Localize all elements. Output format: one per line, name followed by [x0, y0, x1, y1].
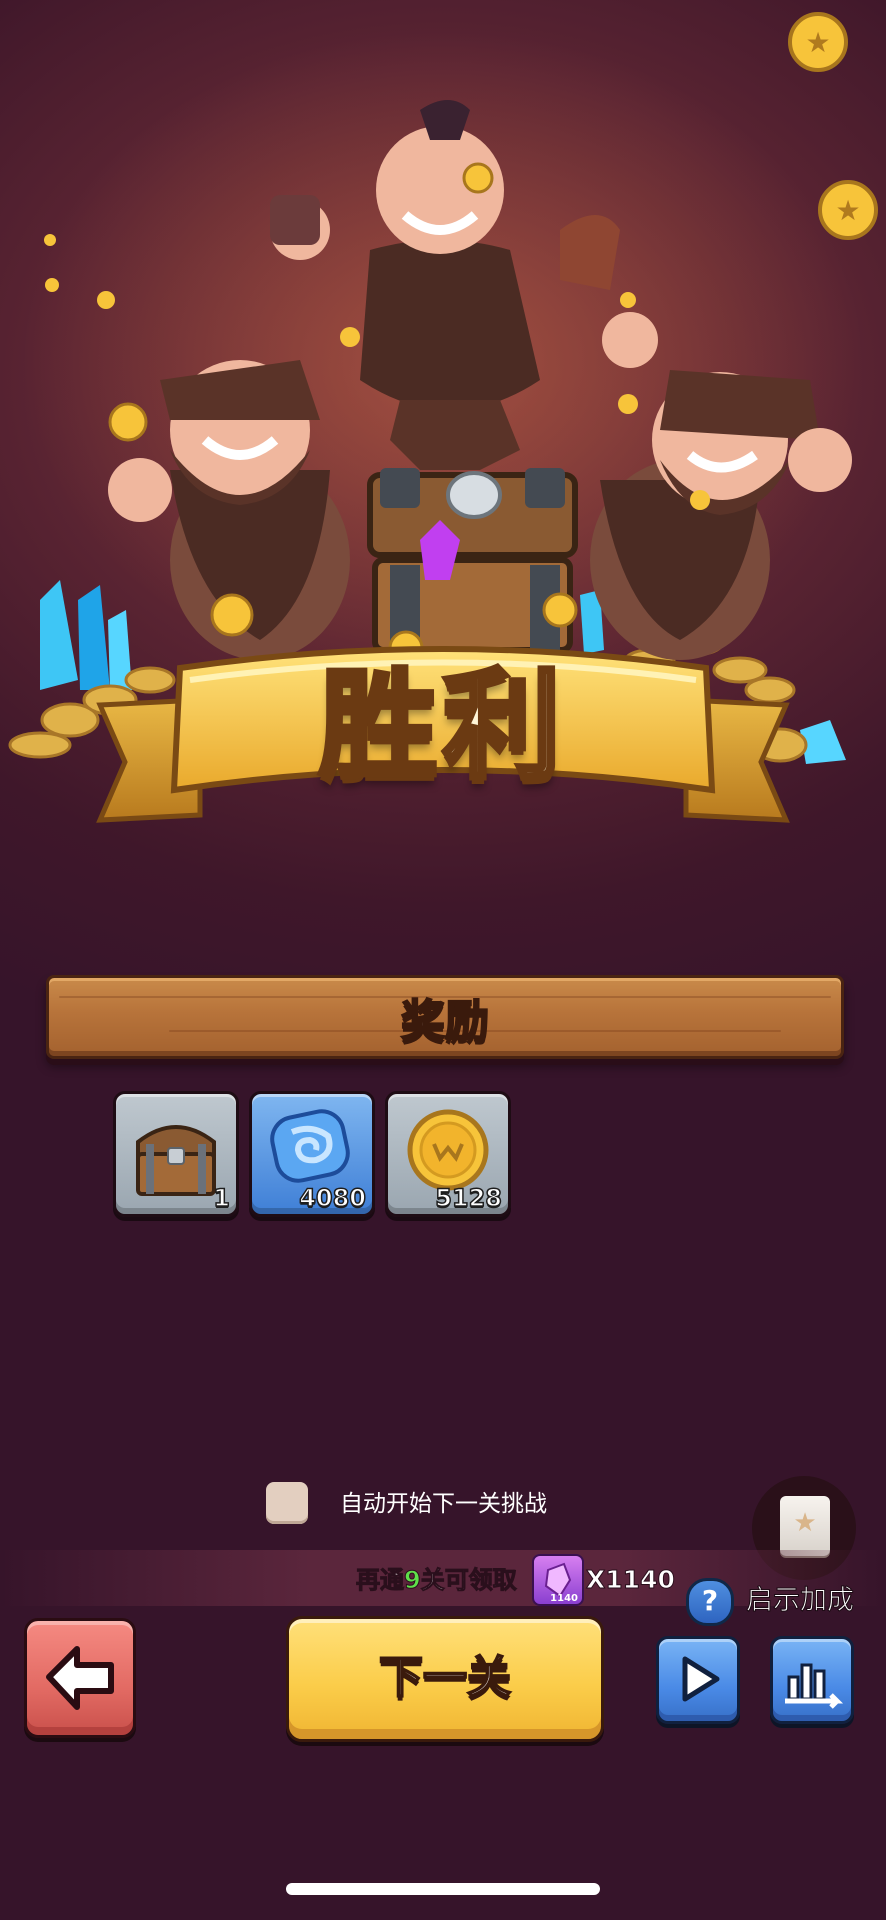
- gem-multiplier: X1140: [586, 1565, 676, 1595]
- next-level-button[interactable]: 下一关: [286, 1616, 604, 1742]
- reward-count: 4080: [298, 1183, 366, 1213]
- victory-screen: ★ ★ 胜利 奖励 1 4080 5128 自动开始下一关挑战 ★ 再通9关可领…: [0, 0, 886, 1920]
- rewards-title: 奖励: [400, 995, 490, 1048]
- auto-next-checkbox[interactable]: [266, 1482, 308, 1524]
- reward-item-blue-stone[interactable]: 4080: [249, 1091, 375, 1217]
- stats-button[interactable]: [770, 1636, 854, 1724]
- svg-text:★: ★: [805, 26, 830, 59]
- reward-count: 1: [213, 1183, 231, 1213]
- progress-text: 再通9关可领取: [356, 1562, 518, 1598]
- progress-suffix: 关可领取: [420, 1566, 517, 1595]
- back-button[interactable]: [24, 1618, 136, 1738]
- svg-text:★: ★: [835, 194, 860, 227]
- reward-item-chest[interactable]: 1: [113, 1091, 239, 1217]
- next-level-label: 下一关: [378, 1651, 512, 1704]
- star-icon: ★: [793, 1508, 817, 1538]
- reward-item-gold-coin[interactable]: 5128: [385, 1091, 511, 1217]
- victory-title: 胜利: [316, 654, 567, 797]
- reward-count: 5128: [434, 1183, 502, 1213]
- help-icon[interactable]: ?: [686, 1578, 734, 1626]
- hint-bonus-label: 启示加成: [746, 1585, 855, 1617]
- star-card-icon: ★: [780, 1496, 830, 1556]
- rewards-header-bar: 奖励: [46, 975, 844, 1059]
- progress-levels: 9: [404, 1566, 422, 1595]
- gem-badge: 1140: [550, 1593, 578, 1604]
- back-arrow-icon: [46, 1646, 114, 1710]
- gem-icon: 1140: [532, 1554, 584, 1606]
- auto-next-label: 自动开始下一关挑战: [340, 1491, 547, 1517]
- home-indicator[interactable]: [286, 1883, 600, 1895]
- replay-button[interactable]: [656, 1636, 740, 1724]
- play-icon: [682, 1656, 720, 1702]
- progress-prefix: 再通: [356, 1566, 405, 1595]
- stats-chart-icon: [785, 1663, 844, 1709]
